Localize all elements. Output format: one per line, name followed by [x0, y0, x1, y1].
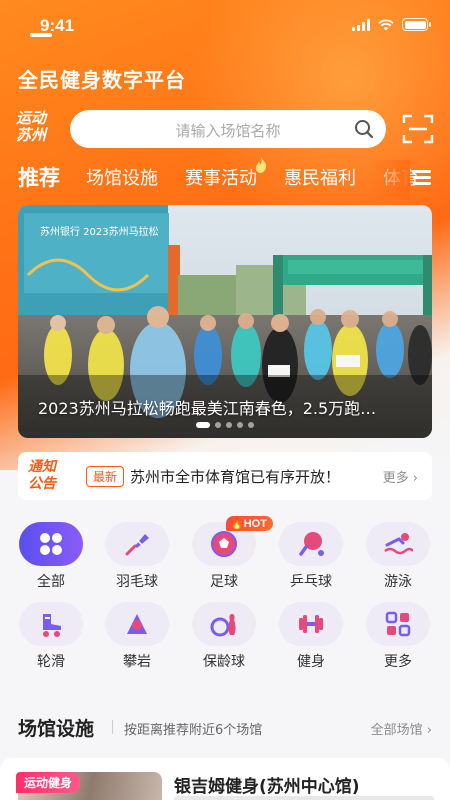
tabs-fade — [370, 160, 410, 200]
football-icon — [211, 531, 237, 557]
badminton-icon — [125, 534, 149, 556]
hot-badge: 🔥HOT — [226, 516, 273, 531]
scan-icon[interactable] — [402, 113, 434, 145]
divider — [112, 720, 113, 734]
roller-skate-icon — [43, 614, 61, 637]
section-subtitle: 按距离推荐附近6个场馆 — [124, 723, 263, 738]
climbing-icon — [127, 614, 147, 634]
search-input[interactable]: 请输入场馆名称 — [70, 110, 386, 148]
category-fitness[interactable]: 健身 — [268, 602, 354, 671]
category-label: 健身 — [297, 654, 325, 670]
notice-bar[interactable]: 通知 公告 最新 苏州市全市体育馆已有序开放！ 更多 › — [18, 452, 432, 500]
tab-events[interactable]: 赛事活动 — [185, 164, 257, 190]
category-football[interactable]: 🔥HOT 足球 — [181, 516, 273, 591]
battery-icon — [402, 18, 431, 31]
carousel-indicator — [18, 422, 432, 428]
venue-name[interactable]: 银吉姆健身(苏州中心馆) — [174, 772, 360, 797]
category-roller[interactable]: 轮滑 — [8, 602, 94, 671]
category-label: 游泳 — [384, 574, 412, 590]
category-label: 轮滑 — [37, 654, 65, 670]
category-tabs: 推荐 场馆设施 赛事活动 惠民福利 体育 — [18, 160, 428, 200]
active-tab-indicator — [30, 33, 52, 37]
search-placeholder: 请输入场馆名称 — [175, 122, 281, 140]
category-more[interactable]: 更多 — [355, 602, 441, 671]
notice-text[interactable]: 苏州市全市体育馆已有序开放！ — [130, 466, 340, 487]
tab-venues[interactable]: 场馆设施 — [86, 164, 158, 190]
carousel-dot — [215, 422, 221, 428]
carousel-dot — [248, 422, 254, 428]
category-pingpong[interactable]: 乒乓球 — [268, 522, 354, 591]
search-icon[interactable] — [354, 119, 374, 139]
pingpong-icon — [299, 532, 324, 556]
category-label: 攀岩 — [123, 654, 151, 670]
flame-icon — [255, 157, 267, 173]
signal-icon — [352, 18, 370, 31]
notice-more-link[interactable]: 更多 › — [383, 467, 418, 486]
notice-logo: 通知 公告 — [28, 459, 56, 492]
wifi-icon — [378, 19, 394, 30]
notice-badge: 最新 — [86, 466, 125, 487]
venue-tag: 运动健身 — [16, 772, 81, 793]
category-label: 全部 — [37, 574, 65, 590]
venues-section-header: 场馆设施 按距离推荐附近6个场馆 全部场馆 › — [18, 712, 432, 742]
category-badminton[interactable]: 羽毛球 — [94, 522, 180, 591]
tab-recommend[interactable]: 推荐 — [18, 162, 60, 192]
carousel-dot — [196, 422, 210, 428]
more-apps-icon — [385, 611, 411, 637]
category-label: 羽毛球 — [116, 574, 158, 590]
dumbbell-icon — [299, 615, 323, 633]
category-label: 乒乓球 — [290, 574, 332, 590]
venue-address-placeholder — [174, 796, 434, 800]
category-climbing[interactable]: 攀岩 — [94, 602, 180, 671]
carousel-dot — [237, 422, 243, 428]
section-title: 场馆设施 — [18, 718, 95, 740]
venue-card[interactable]: 运动健身 银吉姆健身(苏州中心馆) — [0, 758, 450, 800]
tab-welfare[interactable]: 惠民福利 — [284, 164, 356, 190]
banner-carousel[interactable]: 苏州银行 2023苏州马拉松 2023苏州马拉松畅跑最美江南春色，2.5万跑… — [18, 205, 432, 438]
category-all[interactable]: 全部 — [8, 522, 94, 591]
page-title: 全民健身数字平台 — [18, 68, 186, 92]
status-bar: 9:41 — [0, 0, 450, 50]
category-label: 保龄球 — [203, 654, 245, 670]
banner-caption: 2023苏州马拉松畅跑最美江南春色，2.5万跑… — [38, 399, 377, 418]
swim-icon — [384, 533, 413, 555]
category-swim[interactable]: 游泳 — [355, 522, 441, 591]
menu-icon[interactable] — [413, 170, 431, 185]
banner-sign-text: 苏州银行 2023苏州马拉松 — [40, 225, 159, 238]
all-venues-link[interactable]: 全部场馆 › — [371, 719, 432, 738]
category-label: 更多 — [384, 654, 412, 670]
bowling-icon — [210, 614, 236, 637]
app-logo: 运动 苏州 — [16, 109, 47, 144]
grid-all-icon — [40, 533, 62, 555]
category-label: 足球 — [210, 574, 238, 590]
carousel-dot — [226, 422, 232, 428]
category-bowling[interactable]: 保龄球 — [181, 602, 267, 671]
